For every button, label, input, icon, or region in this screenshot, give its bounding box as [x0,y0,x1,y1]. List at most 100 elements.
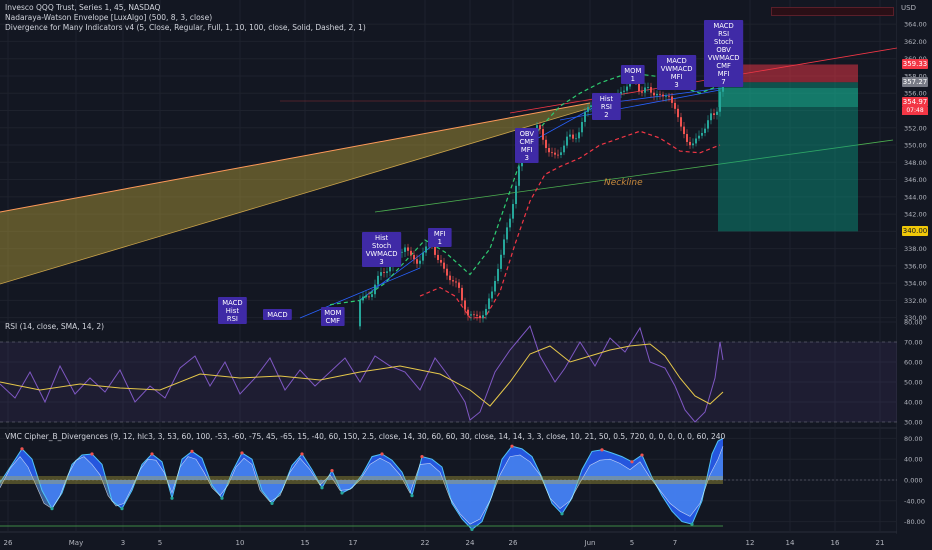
price-tick-label: 350.00 [904,142,927,150]
candle-body [389,266,391,272]
price-tick-label: 364.00 [904,21,927,29]
x-tick-label: 5 [630,539,634,547]
divergence-label-text: MACD [267,311,287,319]
candle-body [362,296,364,301]
legend-divergence[interactable]: Divergence for Many Indicators v4 (5, Cl… [5,23,366,33]
rsi-legend[interactable]: RSI (14, close, SMA, 14, 2) [5,322,104,332]
rsi-tick-label: 80.00 [904,319,923,327]
candle-body [410,250,412,255]
legend-symbol[interactable]: Invesco QQQ Trust, Series 1, 45, NASDAQ [5,3,366,13]
vmc-cross-dot [410,494,414,498]
candle-body [674,102,676,109]
candle-body [554,152,556,155]
vmc-legend[interactable]: VMC Cipher_B_Divergences (9, 12, hlc3, 3… [5,432,725,442]
candle-body [479,315,481,319]
candle-body [506,227,508,240]
vmc-cross-dot [320,486,324,490]
candle-body [401,251,403,253]
divergence-label-text: VWMACD [366,250,398,258]
divergence-label-text: Stoch [372,242,391,250]
price-tick-label: 334.00 [904,280,927,288]
candle-body [659,93,661,95]
divergence-label-text: CMF [326,317,341,325]
candle-body [440,259,442,263]
x-tick-label: 21 [876,539,885,547]
divergence-label-text: RSI [601,103,612,111]
x-tick-label: 24 [466,539,475,547]
main-legend[interactable]: Invesco QQQ Trust, Series 1, 45, NASDAQ … [5,3,366,33]
divergence-label-text: RSI [227,315,238,323]
candle-body [482,315,484,319]
divergence-label-text: MFI [671,73,683,81]
vmc-cross-dot [630,460,634,464]
legend-nw-envelope[interactable]: Nadaraya-Watson Envelope [LuxAlgo] (500,… [5,13,366,23]
target-zone-highlight [718,88,858,107]
candle-body [383,272,385,273]
candle-body [452,280,454,282]
vmc-cross-dot [300,452,304,456]
candle-body [404,247,406,252]
vmc-money-flow [0,476,723,484]
candle-body [365,296,367,298]
candle-body [689,141,691,146]
vmc-cross-dot [330,469,334,473]
candle-body [653,92,655,96]
x-tick-label: May [69,539,83,547]
price-tick-label: 332.00 [904,297,927,305]
candle-body [473,314,475,316]
candle-body [380,272,382,276]
vmc-tick-label: 40.00 [904,456,923,464]
rsi-tick-label: 60.00 [904,359,923,367]
x-tick-label: 3 [121,539,125,547]
vmc-cross-dot [190,449,194,453]
indicator-banner [771,7,894,16]
divergence-label-text: Hist [375,234,389,242]
candle-body [686,134,688,142]
candle-body [518,166,520,186]
candle-body [626,86,628,91]
candle-body [488,298,490,309]
candle-body [587,107,589,112]
divergence-label-text: Hist [600,95,614,103]
candle-body [455,281,457,283]
candle-body [713,113,715,115]
candle-body [368,296,370,298]
candle-body [710,113,712,121]
candle-body [692,143,694,146]
candle-body [662,94,664,97]
vmc-tick-label: 0.000 [904,477,923,485]
candle-body [359,300,361,327]
x-tick-label: 16 [831,539,840,547]
rsi-tick-label: 70.00 [904,339,923,347]
candle-body [512,204,514,219]
candle-body [515,185,517,205]
vmc-cross-dot [690,522,694,526]
vmc-cross-dot [470,527,474,532]
x-axis[interactable]: 26 May 3 5 10 15 17 22 24 26 Jun 5 7 12 14 16 21 [4,539,885,547]
candle-body [476,314,478,316]
divergence-label-text: 1 [631,75,635,83]
candle-body [581,121,583,133]
candle-body [500,254,502,269]
candle-body [464,300,466,310]
x-tick-label: 26 [509,539,518,547]
vmc-cross-dot [340,491,344,495]
candle-body [644,87,646,93]
candle-body [539,125,541,130]
candle-body [437,254,439,260]
candle-body [413,254,415,260]
candle-body [707,120,709,129]
nw-upper-band [329,73,723,306]
price-tick-label: 346.00 [904,176,927,184]
price-tick-label: 362.00 [904,38,927,46]
candle-body [578,132,580,139]
divergence-label-text: RSI [718,30,729,38]
vmc-tick-label: -80.00 [904,518,925,526]
vmc-cross-dot [220,496,224,500]
chart-canvas: NecklineMACDHistRSI MACD MOMCMFHistStochVW… [0,0,932,550]
candle-body [443,262,445,269]
candle-body [407,247,409,251]
candle-body [494,281,496,292]
candle-body [665,95,667,97]
x-tick-label: 10 [236,539,245,547]
